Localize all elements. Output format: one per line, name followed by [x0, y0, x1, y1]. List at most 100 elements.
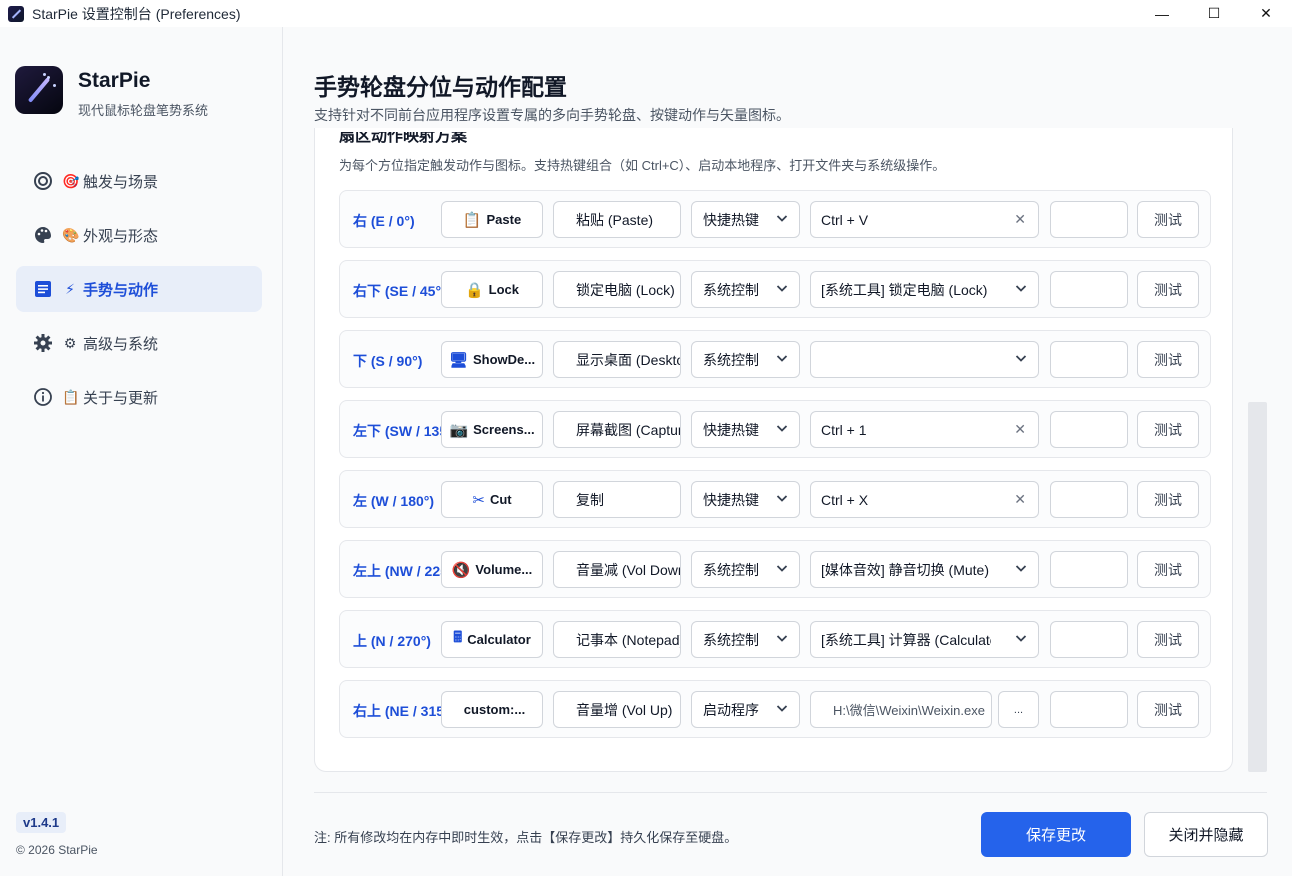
nav-emoji-icon: ⚡: [65, 280, 75, 297]
action-type-select[interactable]: 系统控制: [691, 551, 800, 588]
test-button[interactable]: 测试: [1137, 201, 1199, 238]
section-description: 为每个方位指定触发动作与图标。支持热键组合（如 Ctrl+C）、启动本地程序、打…: [339, 158, 946, 173]
chevron-down-icon: [1015, 635, 1027, 642]
icon-picker-button[interactable]: 🖥 ShowDe...: [441, 341, 543, 378]
action-name-input[interactable]: 锁定电脑 (Lock): [553, 271, 681, 308]
direction-label: 左上 (NW / 225°): [353, 563, 441, 579]
test-button[interactable]: 测试: [1137, 551, 1199, 588]
action-type-select[interactable]: 快捷热键: [691, 411, 800, 448]
action-name-input[interactable]: 复制: [553, 481, 681, 518]
icon-picker-button[interactable]: 🖩 Calculator: [441, 621, 543, 658]
icon-picker-button[interactable]: 🔇 Volume...: [441, 551, 543, 588]
action-name-input[interactable]: 显示桌面 (Desktop): [553, 341, 681, 378]
clear-icon[interactable]: ✕: [1014, 211, 1026, 228]
test-button[interactable]: 测试: [1137, 621, 1199, 658]
camera-icon: 📷: [449, 421, 469, 439]
action-type-select[interactable]: 系统控制: [691, 271, 800, 308]
sidebar-item-0[interactable]: 🎯 触发与场景: [16, 158, 262, 204]
color-input[interactable]: [1050, 691, 1128, 728]
sector-row: 右 (E / 0°) 📋 Paste 粘贴 (Paste) 快捷热键 Ctrl + V ✕ 测…: [339, 190, 1211, 248]
sidebar-item-4[interactable]: 📋 关于与更新: [16, 374, 262, 420]
action-target-select[interactable]: [系统工具] 计算器 (Calculator): [810, 621, 1039, 658]
action-name-input[interactable]: 粘贴 (Paste): [553, 201, 681, 238]
color-input[interactable]: [1050, 411, 1128, 448]
close-and-hide-button[interactable]: 关闭并隐藏: [1144, 812, 1268, 857]
nav-emoji-icon: 📋: [62, 388, 80, 405]
direction-label: 下 (S / 90°): [353, 353, 423, 369]
calculator-icon: 🖩: [453, 629, 463, 646]
test-button[interactable]: 测试: [1137, 691, 1199, 728]
scrollbar[interactable]: [1248, 402, 1267, 772]
direction-label: 上 (N / 270°): [353, 633, 431, 649]
save-button[interactable]: 保存更改: [981, 812, 1131, 857]
action-type-select[interactable]: 系统控制: [691, 341, 800, 378]
sidebar-item-2[interactable]: ⚡ 手势与动作: [16, 266, 262, 312]
brand-name: StarPie: [78, 69, 151, 92]
action-type-select[interactable]: 启动程序: [691, 691, 800, 728]
action-type-select[interactable]: 快捷热键: [691, 201, 800, 238]
sidebar-item-label: 手势与动作: [83, 281, 159, 299]
hotkey-input[interactable]: Ctrl + V ✕: [810, 201, 1039, 238]
action-target-select[interactable]: [媒体音效] 静音切换 (Mute): [810, 551, 1039, 588]
chevron-down-icon: [1015, 355, 1027, 362]
color-input[interactable]: [1050, 621, 1128, 658]
direction-label: 右下 (SE / 45°): [353, 283, 441, 299]
icon-picker-button[interactable]: 📷 Screens...: [441, 411, 543, 448]
test-button[interactable]: 测试: [1137, 481, 1199, 518]
sector-row: 左上 (NW / 225°)🔇Volume... 音量减 (Vol Down) 系统…: [339, 540, 1211, 598]
lock-icon: 🔒: [464, 281, 484, 299]
sidebar-item-3[interactable]: ⚙ 高级与系统: [16, 320, 262, 366]
action-target-select[interactable]: [系统工具] 锁定电脑 (Lock): [810, 271, 1039, 308]
action-name-input[interactable]: 屏幕截图 (Capture): [553, 411, 681, 448]
palette-icon: [33, 225, 53, 245]
direction-label: 右上 (NE / 315°): [353, 703, 441, 719]
test-button[interactable]: 测试: [1137, 271, 1199, 308]
hotkey-input[interactable]: Ctrl + 1 ✕: [810, 411, 1039, 448]
action-name-input[interactable]: 音量减 (Vol Down): [553, 551, 681, 588]
chevron-down-icon: [776, 495, 788, 502]
clear-icon[interactable]: ✕: [1014, 491, 1026, 508]
sector-row: 右下 (SE / 45°) 🔒 Lock 锁定电脑 (Lock) 系统控制 [系统工具] …: [339, 260, 1211, 318]
action-name-input[interactable]: 记事本 (Notepad): [553, 621, 681, 658]
color-input[interactable]: [1050, 481, 1128, 518]
copyright-text: © 2026 StarPie: [16, 843, 98, 857]
minimize-button[interactable]: —: [1136, 0, 1188, 27]
clear-icon[interactable]: ✕: [1014, 421, 1026, 438]
title-bar: StarPie 设置控制台 (Preferences) — ☐ ✕: [0, 0, 1292, 27]
window-title: StarPie 设置控制台 (Preferences): [32, 5, 241, 22]
action-type-select[interactable]: 快捷热键: [691, 481, 800, 518]
gear-icon: [33, 333, 53, 353]
test-button[interactable]: 测试: [1137, 411, 1199, 448]
maximize-icon: ☐: [1207, 5, 1221, 21]
action-type-select[interactable]: 系统控制: [691, 621, 800, 658]
list-icon: [33, 279, 53, 299]
direction-label: 左下 (SW / 135°): [353, 423, 441, 439]
sidebar-item-1[interactable]: 🎨 外观与形态: [16, 212, 262, 258]
test-button[interactable]: 测试: [1137, 341, 1199, 378]
sector-row: 右上 (NE / 315°)custom:... 音量增 (Vol Up) 启动程序…: [339, 680, 1211, 738]
chevron-down-icon: [776, 425, 788, 432]
footer-note: 注: 所有修改均在内存中即时生效，点击【保存更改】持久化保存至硬盘。: [314, 830, 738, 845]
browse-button[interactable]: ...: [998, 691, 1039, 728]
sidebar-item-label: 关于与更新: [83, 389, 159, 407]
icon-picker-button[interactable]: 📋 Paste: [441, 201, 543, 238]
icon-picker-button[interactable]: 🔒 Lock: [441, 271, 543, 308]
color-input[interactable]: [1050, 551, 1128, 588]
footer-divider: [314, 792, 1267, 793]
hotkey-input[interactable]: Ctrl + X ✕: [810, 481, 1039, 518]
icon-picker-button[interactable]: custom:...: [441, 691, 543, 728]
sidebar-item-label: 高级与系统: [83, 335, 159, 353]
maximize-button[interactable]: ☐: [1188, 0, 1240, 27]
sector-row: 左 (W / 180°) ✂ Cut 复制 快捷热键 Ctrl + X ✕ 测试: [339, 470, 1211, 528]
action-target-select[interactable]: [810, 341, 1039, 378]
color-input[interactable]: [1050, 341, 1128, 378]
version-badge: v1.4.1: [16, 812, 67, 833]
close-button[interactable]: ✕: [1240, 0, 1292, 27]
program-path-input[interactable]: H:\微信\Weixin\Weixin.exe: [810, 691, 992, 728]
page-subtitle: 支持针对不同前台应用程序设置专属的多向手势轮盘、按键动作与矢量图标。: [314, 107, 790, 123]
color-input[interactable]: [1050, 201, 1128, 238]
action-name-input[interactable]: 音量增 (Vol Up): [553, 691, 681, 728]
icon-picker-button[interactable]: ✂ Cut: [441, 481, 543, 518]
color-input[interactable]: [1050, 271, 1128, 308]
chevron-down-icon: [1015, 285, 1027, 292]
